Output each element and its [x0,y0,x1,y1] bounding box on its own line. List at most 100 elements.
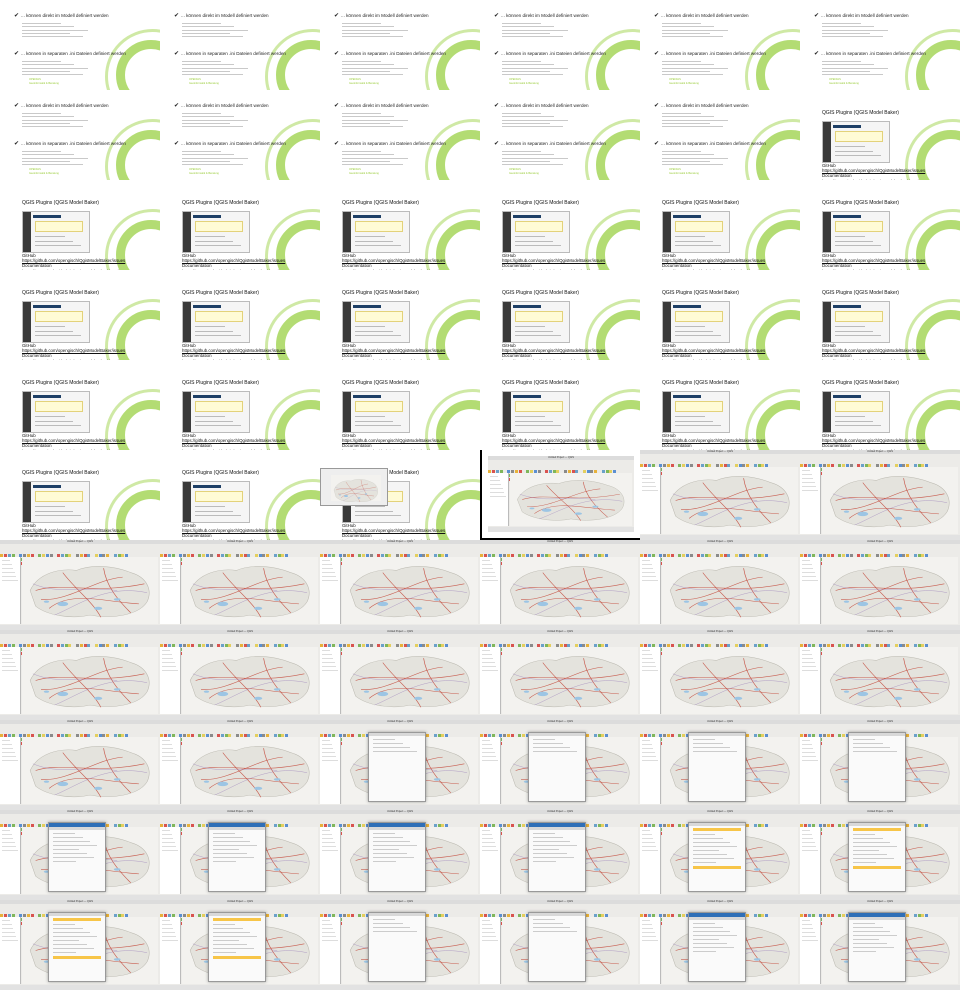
layers-panel[interactable] [160,737,181,804]
dialog-field[interactable] [693,747,730,748]
dialog-field[interactable] [53,861,76,862]
dialog-field[interactable] [53,837,83,838]
map-canvas[interactable] [502,557,638,624]
dialog-field[interactable] [373,919,396,920]
dialog-field[interactable] [853,751,898,752]
layers-panel[interactable] [320,917,341,984]
dialog-field[interactable] [213,849,240,850]
layers-panel[interactable] [800,917,821,984]
map-view[interactable] [22,557,158,624]
dialog-field[interactable] [853,854,887,855]
dialog-field[interactable] [693,947,734,948]
dialog-field[interactable] [213,928,243,929]
dialog-field[interactable] [533,923,563,924]
layers-panel[interactable] [480,557,501,624]
selected-row[interactable] [693,828,741,831]
map-view[interactable] [502,557,638,624]
dialog-field[interactable] [53,952,76,953]
dialog-field[interactable] [53,841,90,842]
dialog-field[interactable] [53,936,98,937]
dialog-titlebar[interactable] [369,913,425,916]
dialog-field[interactable] [53,833,76,834]
dialog-field[interactable] [53,932,90,933]
dialog-field[interactable] [53,857,94,858]
dialog-field[interactable] [853,927,883,928]
dialog-field[interactable] [693,931,730,932]
dialog-field[interactable] [533,861,556,862]
dialog-field[interactable] [533,853,567,854]
dialog-field[interactable] [853,739,876,740]
dialog-titlebar[interactable] [529,827,585,830]
layers-panel[interactable] [320,647,341,714]
dialog-field[interactable] [373,853,407,854]
map-canvas[interactable] [182,557,318,624]
dialog-field[interactable] [53,940,80,941]
dialog-titlebar[interactable] [49,827,105,830]
dialog-field[interactable] [373,861,396,862]
dialog-field[interactable] [373,751,418,752]
dialog-field[interactable] [213,841,250,842]
map-canvas[interactable] [342,557,478,624]
toolbar[interactable] [480,642,640,655]
dialog-field[interactable] [853,931,890,932]
dialog-titlebar[interactable] [529,913,585,916]
dialog-field[interactable] [853,834,876,835]
map-view[interactable] [662,647,798,714]
model-baker-dialog[interactable] [848,732,906,802]
layers-panel[interactable] [160,647,181,714]
dialog-field[interactable] [213,833,236,834]
dialog-field[interactable] [373,841,410,842]
dialog-field[interactable] [373,931,418,932]
dialog-field[interactable] [533,931,578,932]
dialog-titlebar[interactable] [369,733,425,736]
map-canvas[interactable] [22,647,158,714]
dialog-field[interactable] [533,849,560,850]
toolbar[interactable] [800,552,960,565]
dialog-field[interactable] [373,747,410,748]
dialog-field[interactable] [373,923,403,924]
layers-panel[interactable] [160,557,181,624]
map-canvas[interactable] [662,467,798,534]
dialog-field[interactable] [533,841,570,842]
layers-panel[interactable] [0,557,21,624]
map-canvas[interactable] [342,647,478,714]
dialog-field[interactable] [533,857,574,858]
dialog-field[interactable] [213,853,247,854]
dialog-field[interactable] [533,747,570,748]
dialog-field[interactable] [213,932,250,933]
map-view[interactable] [342,557,478,624]
dialog-field[interactable] [373,833,396,834]
dialog-field[interactable] [533,751,578,752]
toolbar[interactable] [488,468,634,481]
dialog-field[interactable] [853,939,880,940]
dialog-field[interactable] [53,928,83,929]
layers-panel[interactable] [800,647,821,714]
map-canvas[interactable] [662,557,798,624]
model-baker-dialog[interactable] [688,912,746,982]
dialog-field[interactable] [373,845,418,846]
dialog-titlebar[interactable] [369,827,425,830]
dialog-field[interactable] [213,948,254,949]
model-baker-dialog[interactable] [528,732,586,802]
dialog-field[interactable] [53,924,76,925]
dialog-field[interactable] [53,944,87,945]
layers-panel[interactable] [480,827,501,894]
layers-panel[interactable] [320,737,341,804]
dialog-field[interactable] [693,935,738,936]
dialog-field[interactable] [853,951,876,952]
toolbar[interactable] [0,642,160,655]
map-view[interactable] [22,737,158,804]
dialog-field[interactable] [693,858,734,859]
map-view[interactable] [662,467,798,534]
dialog-field[interactable] [533,919,556,920]
model-baker-dialog[interactable] [528,822,586,892]
toolbar[interactable] [0,732,160,745]
dialog-field[interactable] [533,845,578,846]
map-canvas[interactable] [822,647,958,714]
model-baker-dialog[interactable] [48,822,106,892]
dialog-field[interactable] [853,850,880,851]
dialog-field[interactable] [213,861,236,862]
layers-panel[interactable] [320,557,341,624]
layers-panel[interactable] [480,737,501,804]
toolbar[interactable] [800,462,960,475]
